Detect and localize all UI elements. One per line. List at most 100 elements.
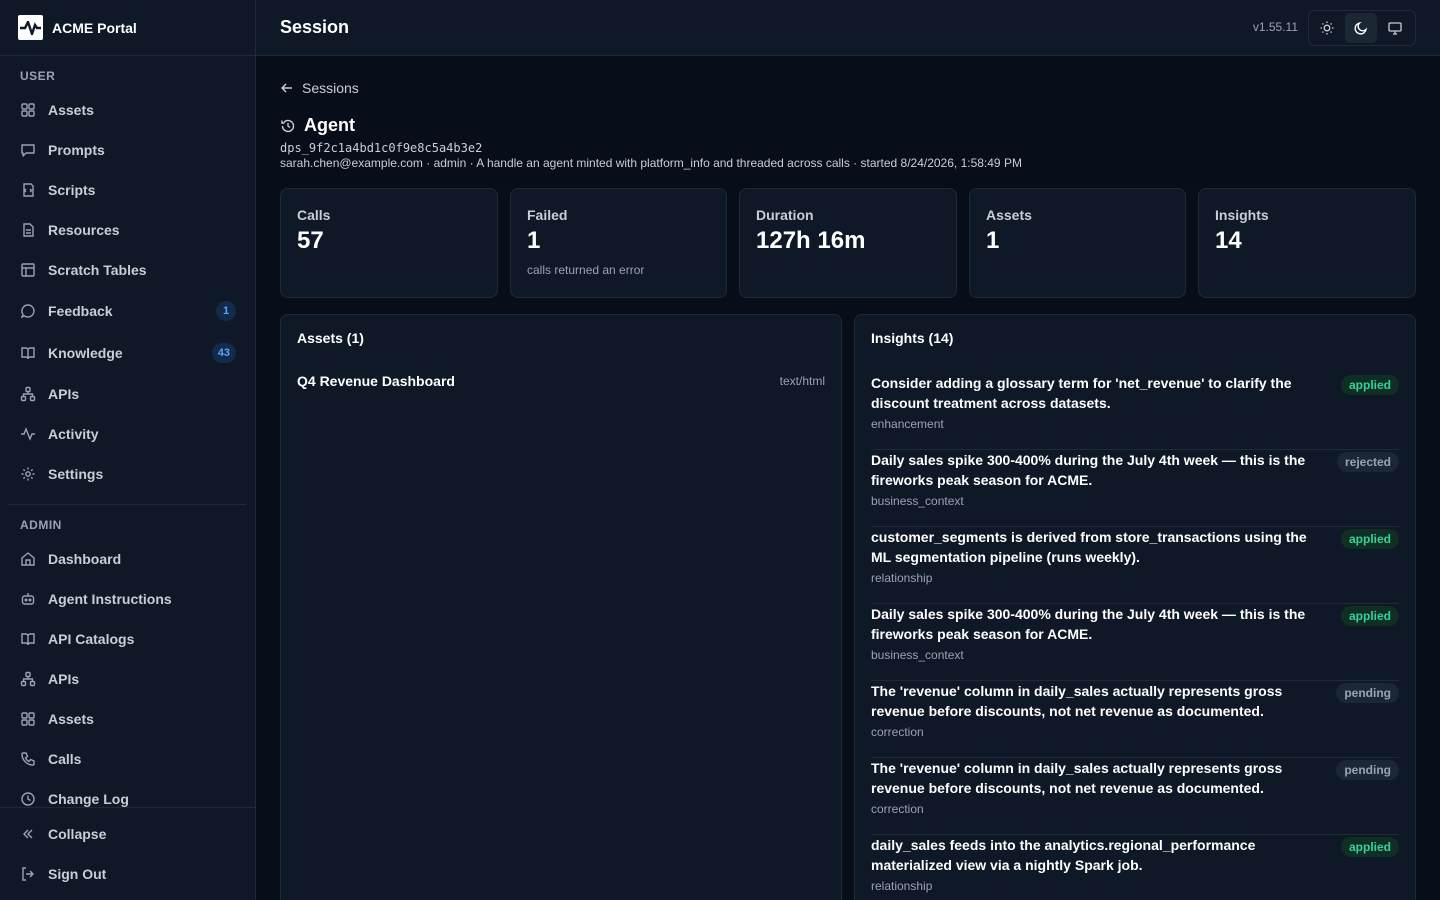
sidebar-item-calls[interactable]: Calls (8, 741, 248, 777)
log-out-icon (20, 866, 36, 882)
sidebar-item-label: Assets (48, 711, 94, 727)
status-badge: applied (1340, 375, 1399, 395)
gear-icon (20, 466, 36, 482)
asset-type: text/html (779, 374, 825, 388)
back-link-label: Sessions (302, 80, 359, 96)
chevrons-left-icon (20, 826, 36, 842)
stat-value: 1 (527, 227, 541, 254)
status-badge: rejected (1336, 452, 1399, 472)
insight-item[interactable]: Daily sales spike 300-400% during the Ju… (871, 450, 1399, 527)
sidebar-item-activity[interactable]: Activity (8, 416, 248, 452)
insight-text: Consider adding a glossary term for 'net… (871, 375, 1292, 411)
sidebar-item-knowledge[interactable]: Knowledge 43 (8, 335, 248, 371)
feedback-count-badge: 1 (216, 301, 236, 321)
insight-item[interactable]: The 'revenue' column in daily_sales actu… (871, 681, 1399, 758)
top-header: Session v1.55.11 (256, 0, 1440, 56)
sidebar-item-apis[interactable]: APIs (8, 376, 248, 412)
insight-text: customer_segments is derived from store_… (871, 529, 1307, 565)
insight-item[interactable]: customer_segments is derived from store_… (871, 527, 1399, 604)
sidebar-footer: Collapse Sign Out (0, 807, 255, 900)
monitor-icon (1388, 22, 1402, 35)
collapse-button[interactable]: Collapse (8, 816, 248, 852)
stat-card-duration: Duration 127h 16m (739, 188, 957, 298)
sidebar-item-scripts[interactable]: Scripts (8, 172, 248, 208)
stat-value: 14 (1215, 227, 1242, 254)
sign-out-button[interactable]: Sign Out (8, 856, 248, 892)
sign-out-label: Sign Out (48, 866, 107, 882)
moon-icon (1354, 21, 1368, 35)
phone-icon (20, 751, 36, 767)
stat-label: Assets (986, 207, 1032, 223)
sidebar-item-label: Resources (48, 222, 120, 238)
back-to-sessions-link[interactable]: Sessions (280, 80, 359, 96)
light-theme-button[interactable] (1311, 13, 1343, 43)
sidebar-item-admin-assets[interactable]: Assets (8, 701, 248, 737)
insight-item[interactable]: Daily sales spike 300-400% during the Ju… (871, 604, 1399, 681)
insight-text: Daily sales spike 300-400% during the Ju… (871, 452, 1306, 488)
dark-theme-button[interactable] (1345, 13, 1377, 43)
main-content: Sessions Agent dps_9f2c1a4bd1c0f9e8c5a4b… (256, 56, 1440, 900)
stat-card-assets: Assets 1 (969, 188, 1186, 298)
book-icon (20, 631, 36, 647)
insight-category: business_context (871, 494, 964, 508)
stat-label: Insights (1215, 207, 1269, 223)
insight-text: daily_sales feeds into the analytics.reg… (871, 837, 1256, 873)
assets-panel-title: Assets (1) (297, 330, 364, 346)
grid-icon (20, 711, 36, 727)
insight-text: Daily sales spike 300-400% during the Ju… (871, 606, 1306, 642)
status-badge: applied (1340, 837, 1399, 857)
sidebar-item-admin-apis[interactable]: APIs (8, 661, 248, 697)
status-badge: applied (1340, 606, 1399, 626)
file-icon (20, 222, 36, 238)
insight-category: correction (871, 725, 924, 739)
session-id: dps_9f2c1a4bd1c0f9e8c5a4b3e2 (280, 141, 483, 155)
sidebar-item-label: Settings (48, 466, 104, 482)
insight-item[interactable]: The 'revenue' column in daily_sales actu… (871, 758, 1399, 835)
acme-logo-icon (18, 15, 43, 40)
session-heading: Agent (280, 115, 355, 136)
insight-item[interactable]: daily_sales feeds into the analytics.reg… (871, 835, 1399, 900)
sidebar-item-resources[interactable]: Resources (8, 212, 248, 248)
sidebar-item-label: Calls (48, 751, 82, 767)
sidebar-item-label: Change Log (48, 791, 129, 807)
sidebar-item-feedback[interactable]: Feedback 1 (8, 293, 248, 329)
sidebar-item-scratch-tables[interactable]: Scratch Tables (8, 252, 248, 288)
sidebar-item-label: Feedback (48, 303, 113, 319)
sidebar-item-label: Assets (48, 102, 94, 118)
sidebar-item-api-catalogs[interactable]: API Catalogs (8, 621, 248, 657)
sun-icon (1320, 21, 1334, 35)
network-icon (20, 671, 36, 687)
sidebar-item-label: APIs (48, 671, 80, 687)
session-title: Agent (304, 115, 355, 135)
brand[interactable]: ACME Portal (0, 0, 255, 56)
asset-row[interactable]: Q4 Revenue Dashboard text/html (297, 373, 825, 389)
session-meta: sarah.chen@example.com · admin · A handl… (280, 156, 1022, 170)
insight-category: business_context (871, 648, 964, 662)
sidebar-item-dashboard[interactable]: Dashboard (8, 541, 248, 577)
insight-text: The 'revenue' column in daily_sales actu… (871, 760, 1283, 796)
chat-icon (20, 142, 36, 158)
sidebar-item-agent-instructions[interactable]: Agent Instructions (8, 581, 248, 617)
system-theme-button[interactable] (1379, 13, 1411, 43)
collapse-label: Collapse (48, 826, 107, 842)
sidebar-item-prompts[interactable]: Prompts (8, 132, 248, 168)
knowledge-count-badge: 43 (211, 343, 236, 363)
status-badge: applied (1340, 529, 1399, 549)
sidebar: ACME Portal USER Assets Prompts Scripts … (0, 0, 256, 900)
stat-subtext: calls returned an error (527, 263, 645, 277)
insight-item[interactable]: Consider adding a glossary term for 'net… (871, 373, 1399, 450)
insight-category: relationship (871, 879, 933, 893)
sidebar-item-settings[interactable]: Settings (8, 456, 248, 492)
insights-panel-title: Insights (14) (871, 330, 954, 346)
app-name: ACME Portal (52, 19, 137, 36)
chat-icon (20, 303, 36, 319)
sidebar-item-assets[interactable]: Assets (8, 92, 248, 128)
insight-category: correction (871, 802, 924, 816)
stat-label: Duration (756, 207, 814, 223)
bot-icon (20, 591, 36, 607)
status-badge: pending (1336, 683, 1399, 703)
stat-card-insights: Insights 14 (1198, 188, 1416, 298)
history-icon (281, 119, 295, 132)
insight-category: relationship (871, 571, 933, 585)
table-icon (20, 262, 36, 278)
